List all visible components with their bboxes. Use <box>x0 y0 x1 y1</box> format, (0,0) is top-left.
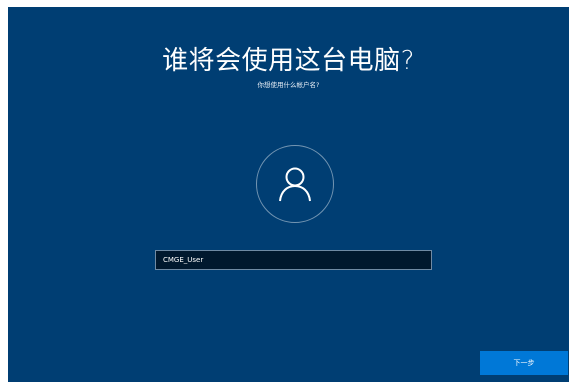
avatar <box>256 145 334 223</box>
page-title: 谁将会使用这台电脑? <box>162 46 415 76</box>
page-subtitle: 你想使用什么帐户名? <box>257 81 320 89</box>
user-icon <box>279 167 311 202</box>
next-button[interactable]: 下一步 <box>480 351 568 375</box>
username-input[interactable] <box>155 250 432 270</box>
setup-screen: 谁将会使用这台电脑? 你想使用什么帐户名? 下一步 <box>8 7 569 382</box>
